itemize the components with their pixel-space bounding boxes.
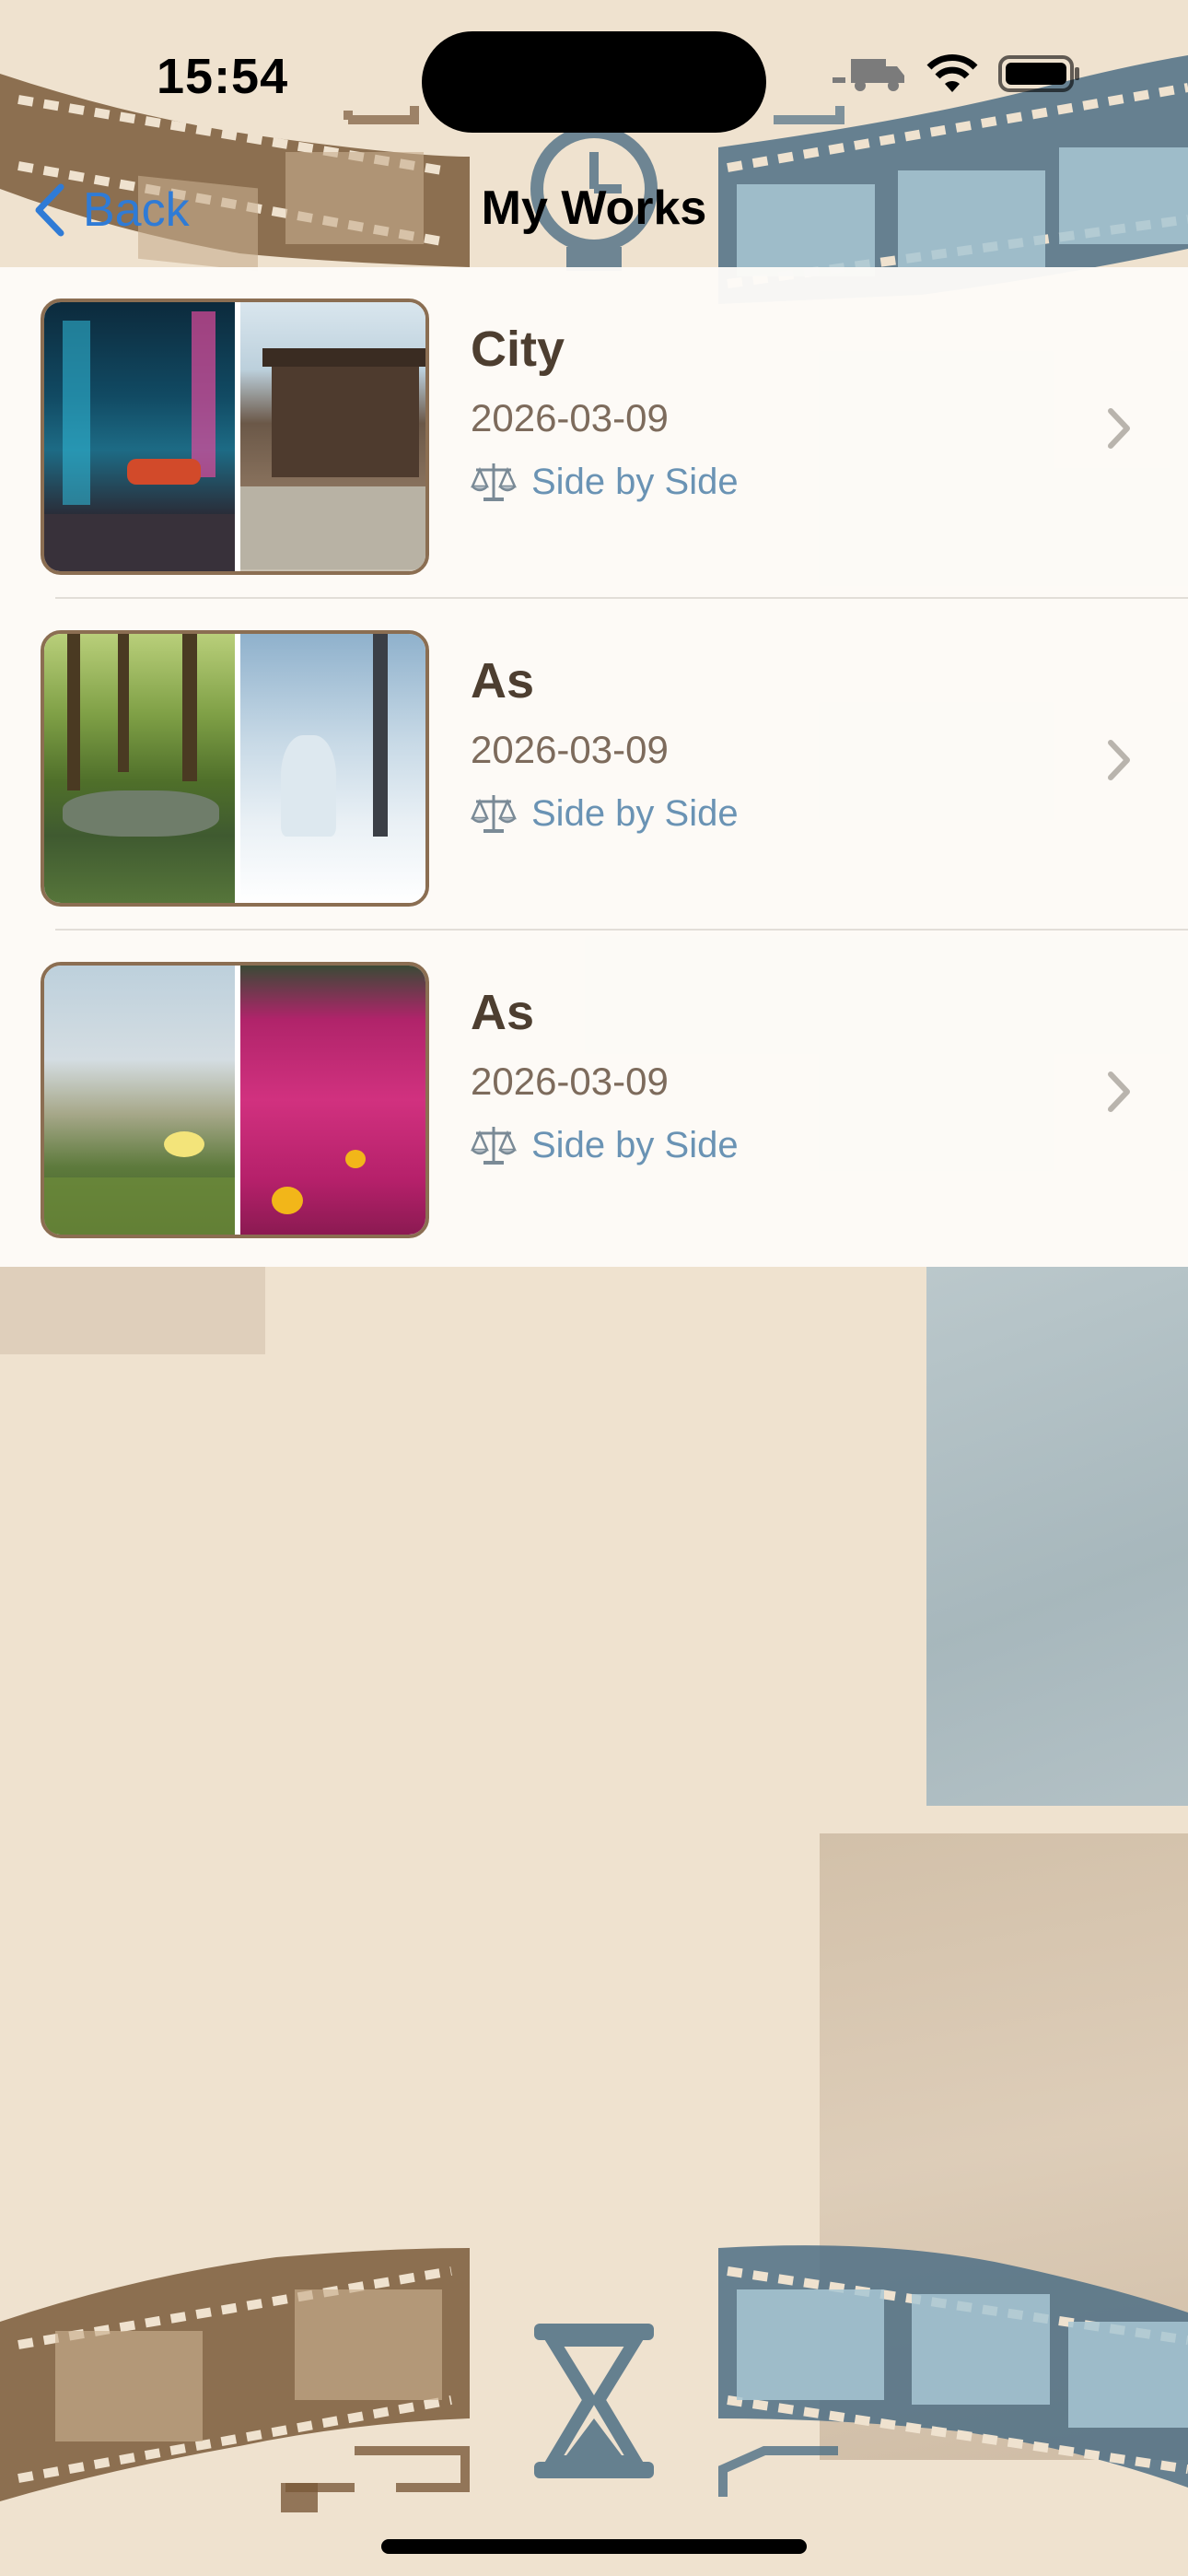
scales-icon <box>471 1127 517 1165</box>
back-label: Back <box>83 183 190 237</box>
work-date: 2026-03-09 <box>471 1060 669 1103</box>
work-date: 2026-03-09 <box>471 396 669 439</box>
status-bar: 15:54 <box>0 0 1188 157</box>
home-indicator[interactable] <box>381 2539 807 2554</box>
thumbnail-divider <box>235 302 240 571</box>
thumbnail-right-image <box>235 302 425 571</box>
work-row[interactable]: As 2026-03-09 Side by Side <box>0 599 1188 931</box>
back-button[interactable]: Back <box>33 182 190 238</box>
status-time: 15:54 <box>157 49 289 104</box>
work-date: 2026-03-09 <box>471 728 669 771</box>
work-title: As <box>471 653 535 708</box>
navigation-bar: My Works Back <box>0 157 1188 267</box>
thumbnail-left-image <box>44 302 235 571</box>
dynamic-island <box>422 31 766 133</box>
thumbnail-left-image <box>44 966 235 1235</box>
work-mode: Side by Side <box>471 461 739 503</box>
faded-photo-blue <box>926 1267 1188 1806</box>
thumbnail-divider <box>235 966 240 1235</box>
work-thumbnail <box>41 962 429 1238</box>
work-mode-label: Side by Side <box>531 1124 739 1165</box>
work-mode: Side by Side <box>471 792 739 835</box>
battery-icon <box>998 55 1079 92</box>
status-icons <box>833 53 1081 94</box>
film-strip-bottom-left <box>0 2248 470 2501</box>
film-strip-bottom-right <box>718 2245 1188 2488</box>
chevron-right-icon <box>1108 740 1130 780</box>
hourglass-icon <box>534 2324 654 2478</box>
work-thumbnail <box>41 630 429 907</box>
scales-icon <box>471 795 517 833</box>
chevron-right-icon <box>1108 1071 1130 1112</box>
work-mode-label: Side by Side <box>531 792 739 834</box>
faded-photo-left <box>0 1267 265 1354</box>
delivery-truck-icon <box>833 59 904 91</box>
thumbnail-left-image <box>44 634 235 903</box>
scales-icon <box>471 463 517 501</box>
thumbnail-right-image <box>235 634 425 903</box>
chevron-right-icon <box>1108 408 1130 449</box>
faded-photo-sepia <box>820 1833 1188 2460</box>
thumbnail-right-image <box>235 966 425 1235</box>
work-mode: Side by Side <box>471 1124 739 1166</box>
work-row[interactable]: As 2026-03-09 Side by Side <box>0 931 1188 1262</box>
works-list: City 2026-03-09 Side by Side As 2026-03-… <box>0 267 1188 1267</box>
work-title: As <box>471 985 535 1040</box>
chevron-left-icon <box>35 183 64 237</box>
work-mode-label: Side by Side <box>531 461 739 502</box>
wifi-icon <box>926 54 978 92</box>
work-row[interactable]: City 2026-03-09 Side by Side <box>0 267 1188 599</box>
work-thumbnail <box>41 299 429 575</box>
work-title: City <box>471 322 565 377</box>
thumbnail-divider <box>235 634 240 903</box>
